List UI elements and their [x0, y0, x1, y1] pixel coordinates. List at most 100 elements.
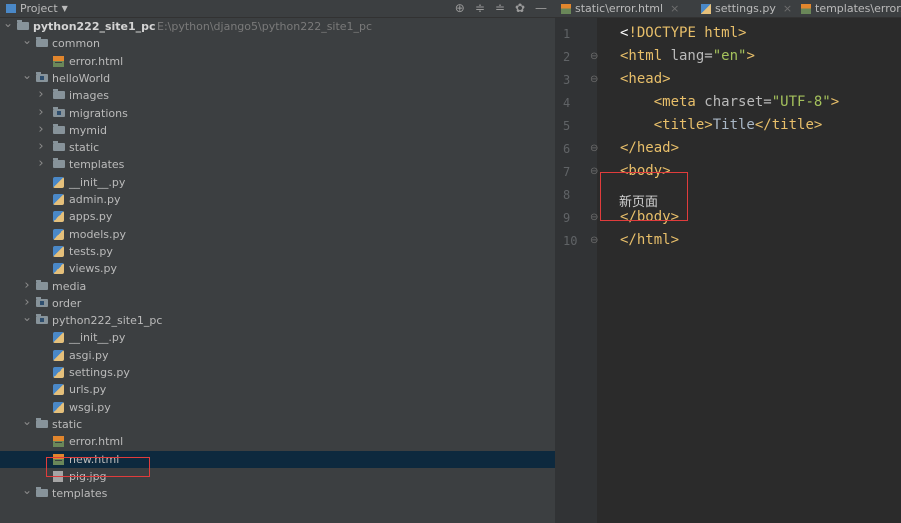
line-number-gutter: 1 2 3 4 5 6 7 8 9 10 ⊖ ⊖ ⊖ ⊖ ⊖ ⊖: [555, 18, 600, 523]
chevron-right-icon[interactable]: ›: [36, 139, 46, 155]
chevron-right-icon[interactable]: ›: [22, 295, 32, 311]
tree-item[interactable]: admin.py: [0, 191, 555, 208]
code-line-2: <html lang="en">: [620, 48, 755, 64]
html-file-icon: [53, 55, 64, 67]
tree-item[interactable]: ⌄ common: [0, 34, 555, 52]
tree-item[interactable]: settings.py: [0, 364, 555, 381]
tree-item[interactable]: urls.py: [0, 381, 555, 398]
tree-item[interactable]: views.py: [0, 260, 555, 277]
tree-item[interactable]: › images: [0, 87, 555, 104]
highlight-box-new-html: [46, 457, 150, 477]
tree-item-label: helloWorld: [52, 71, 111, 85]
tree-item-label: views.py: [69, 262, 118, 276]
fold-marker-icon[interactable]: ⊖: [590, 166, 600, 177]
tree-item-label: order: [52, 296, 82, 310]
module-folder-icon: [36, 71, 48, 82]
chevron-down-icon[interactable]: ⌄: [22, 484, 32, 496]
tree-item[interactable]: __init__.py: [0, 329, 555, 346]
gear-icon[interactable]: ✿: [515, 1, 525, 15]
folder-icon: [36, 417, 48, 428]
tree-item[interactable]: error.html: [0, 433, 555, 450]
target-icon[interactable]: ⊕: [455, 1, 465, 15]
code-editor[interactable]: 1 2 3 4 5 6 7 8 9 10 ⊖ ⊖ ⊖ ⊖ ⊖ ⊖ <!DOCTY…: [555, 18, 901, 523]
tree-item[interactable]: wsgi.py: [0, 399, 555, 416]
fold-marker-icon[interactable]: ⊖: [590, 74, 600, 85]
tree-item[interactable]: ⌄ static: [0, 415, 555, 433]
minimize-icon[interactable]: —: [535, 1, 547, 15]
chevron-down-icon[interactable]: ⌄: [22, 69, 32, 81]
fold-marker-icon[interactable]: ⊖: [590, 212, 600, 223]
tree-item[interactable]: ⌄ python222_site1_pc E:\python\django5\pyt…: [0, 17, 555, 35]
tree-item-label: wsgi.py: [69, 400, 111, 414]
collapse-icon[interactable]: ≐: [495, 1, 505, 15]
expand-icon[interactable]: ≑: [475, 1, 485, 15]
tree-item[interactable]: error.html: [0, 53, 555, 70]
tree-item-label: static: [69, 141, 100, 155]
fold-marker-icon[interactable]: ⊖: [590, 51, 600, 62]
tree-item[interactable]: › media: [0, 278, 555, 295]
tree-item-label: migrations: [69, 106, 128, 120]
project-panel: Project ▼ ⊕ ≑ ≐ ✿ — ⌄ python222_site1_pc E…: [0, 0, 555, 523]
chevron-down-icon[interactable]: ⌄: [22, 34, 32, 46]
tree-item-label: static: [52, 417, 83, 431]
tree-item-label: templates: [69, 158, 125, 172]
chevron-right-icon[interactable]: ›: [36, 156, 46, 172]
tree-item[interactable]: __init__.py: [0, 174, 555, 191]
python-file-icon: [53, 263, 64, 275]
tree-item[interactable]: models.py: [0, 226, 555, 243]
tree-item[interactable]: › templates: [0, 156, 555, 173]
chevron-down-icon: ▼: [61, 4, 68, 13]
chevron-right-icon[interactable]: ›: [36, 105, 46, 121]
tree-item[interactable]: › static: [0, 139, 555, 156]
folder-icon: [53, 141, 65, 152]
tab-label: static\error.html: [575, 2, 664, 15]
tree-item[interactable]: asgi.py: [0, 347, 555, 364]
code-line-1: <!DOCTYPE html>: [620, 25, 747, 41]
tree-item[interactable]: tests.py: [0, 243, 555, 260]
tree-item[interactable]: › order: [0, 295, 555, 312]
code-line-3: <head>: [620, 71, 671, 87]
code-line-4: <meta charset="UTF-8">: [620, 94, 840, 110]
close-icon[interactable]: ×: [783, 1, 792, 16]
fold-marker-icon[interactable]: ⊖: [590, 235, 600, 246]
folder-icon: [36, 279, 48, 290]
code-line-6: </head>: [620, 140, 680, 156]
python-file-icon: [53, 332, 64, 344]
python-file-icon: [53, 211, 64, 223]
folder-icon: [53, 89, 65, 100]
chevron-right-icon[interactable]: ›: [36, 87, 46, 103]
python-file-icon: [53, 245, 64, 257]
tree-item-label: python222_site1_pc: [52, 314, 163, 328]
tree-item-label: templates: [52, 487, 108, 501]
tab-templates-error-html[interactable]: templates\error.: [801, 1, 901, 16]
fold-marker-icon[interactable]: ⊖: [590, 143, 600, 154]
chevron-right-icon[interactable]: ›: [22, 278, 32, 294]
python-file-icon: [701, 3, 711, 14]
tree-item[interactable]: ⌄ python222_site1_pc: [0, 311, 555, 329]
python-file-icon: [53, 401, 64, 413]
line-number: 8: [563, 188, 571, 202]
line-number: 2: [563, 50, 571, 64]
close-icon[interactable]: ×: [670, 1, 679, 16]
tree-item-label: python222_site1_pc: [33, 20, 156, 33]
tree-item[interactable]: ⌄ helloWorld: [0, 69, 555, 87]
tab-static-error-html[interactable]: static\error.html ×: [561, 1, 679, 16]
chevron-down-icon[interactable]: ⌄: [3, 17, 13, 29]
tab-settings-py[interactable]: settings.py ×: [701, 1, 792, 16]
chevron-right-icon[interactable]: ›: [36, 122, 46, 138]
tree-item-label: media: [52, 279, 87, 293]
tree-item[interactable]: apps.py: [0, 208, 555, 225]
tab-label: templates\error.: [815, 2, 901, 15]
tree-item[interactable]: ⌄ templates: [0, 484, 555, 502]
tree-item[interactable]: › mymid: [0, 122, 555, 139]
project-title: Project: [20, 2, 58, 15]
line-number: 10: [563, 234, 578, 248]
folder-icon: [17, 20, 29, 30]
project-view-selector[interactable]: Project ▼: [4, 1, 72, 16]
chevron-down-icon[interactable]: ⌄: [22, 415, 32, 427]
tree-item-label: __init__.py: [69, 175, 126, 189]
tree-item[interactable]: › migrations: [0, 105, 555, 122]
folder-icon: [36, 487, 48, 498]
tree-item-label: apps.py: [69, 210, 113, 224]
chevron-down-icon[interactable]: ⌄: [22, 311, 32, 323]
